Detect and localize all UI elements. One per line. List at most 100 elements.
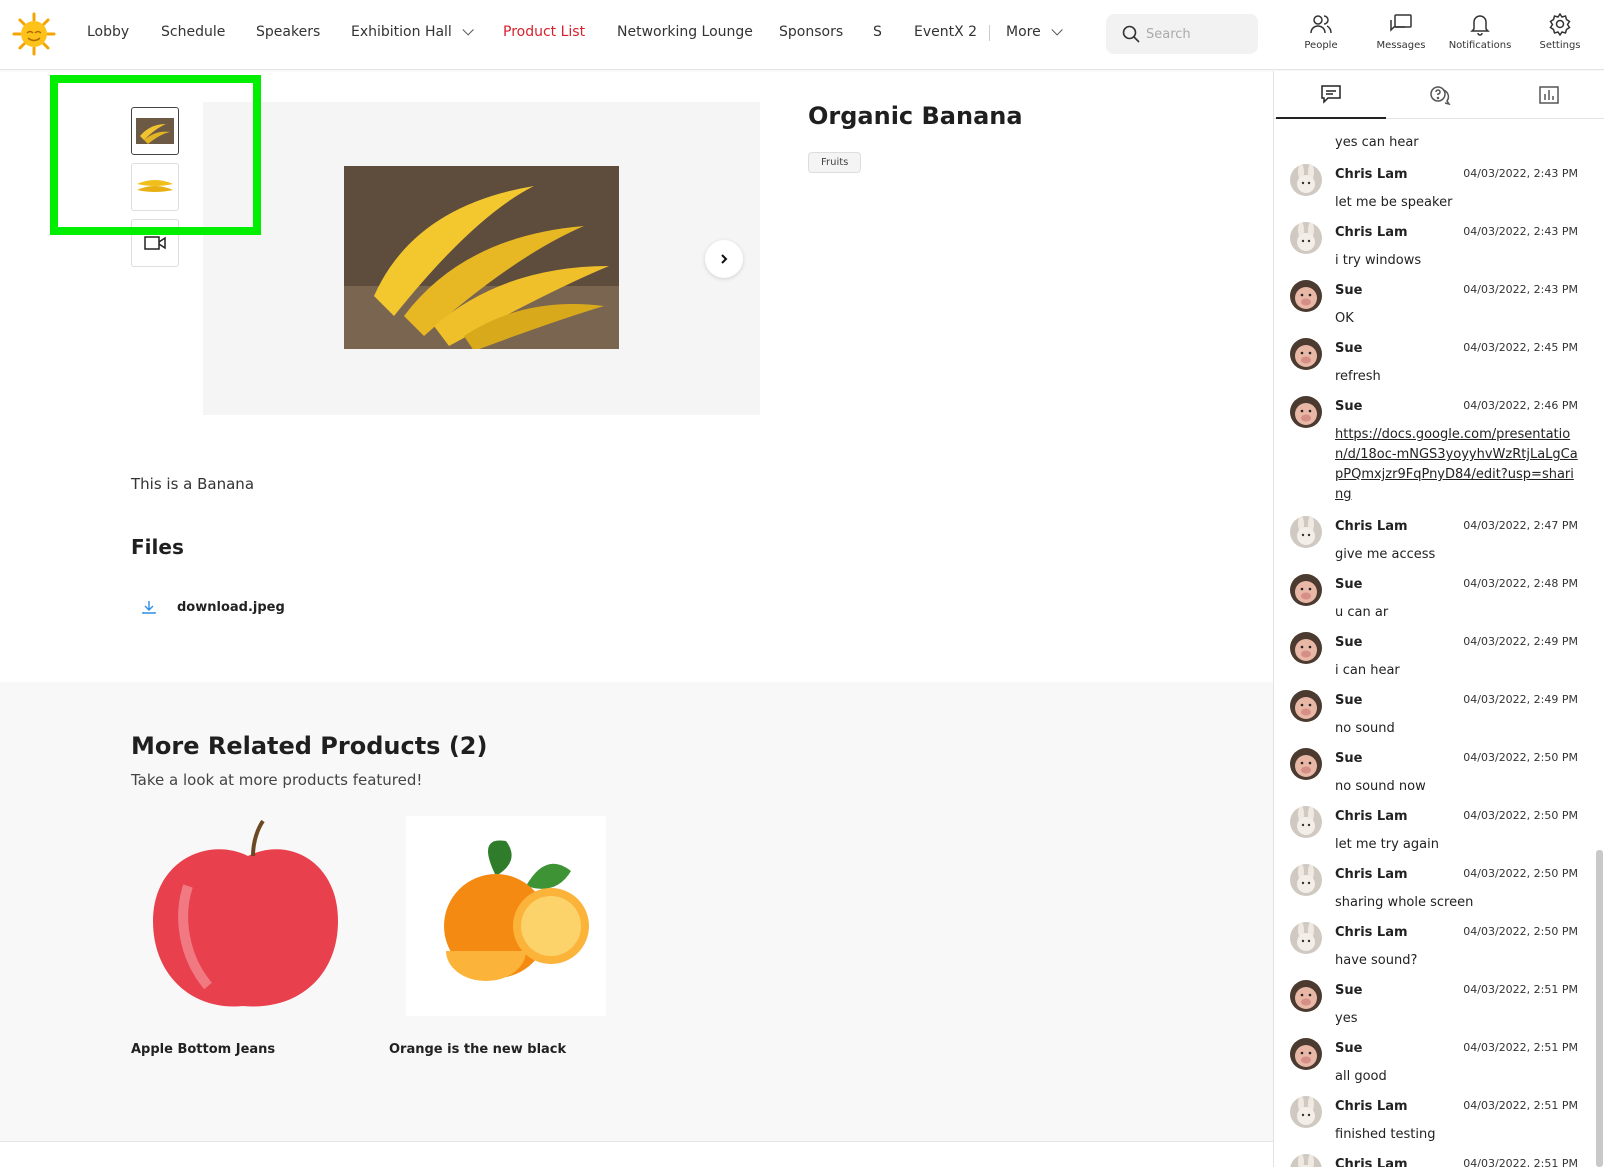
notifications-button[interactable]: Notifications — [1442, 12, 1518, 51]
product-description: This is a Banana — [131, 475, 255, 493]
thumbnail-image-1[interactable] — [131, 107, 179, 155]
product-detail-panel: Organic Banana Fruits This is a Banana F… — [0, 71, 1273, 1167]
pig-avatar[interactable] — [1290, 1038, 1322, 1070]
chat-message-time: 04/03/2022, 2:50 PM — [1463, 925, 1578, 938]
next-image-button[interactable] — [705, 240, 743, 278]
thumbnail-video[interactable] — [131, 219, 179, 267]
nav-s[interactable]: S — [873, 24, 882, 40]
settings-button[interactable]: Settings — [1522, 12, 1598, 51]
related-product-card[interactable]: Orange is the new black — [389, 816, 606, 1057]
messages-label: Messages — [1376, 40, 1426, 51]
chat-message-time: 04/03/2022, 2:51 PM — [1463, 1041, 1578, 1054]
chat-message: Chris Lam 04/03/2022, 2:51 PM finished tes… — [1274, 1096, 1594, 1154]
chat-message-text: yes can hear — [1335, 135, 1419, 150]
related-product-name[interactable]: Apple Bottom Jeans — [131, 1042, 275, 1057]
chat-message-time: 04/03/2022, 2:51 PM — [1463, 1157, 1578, 1167]
chat-message-author: Chris Lam — [1335, 1099, 1408, 1114]
thumbnail-image-2[interactable] — [131, 163, 179, 211]
pig-avatar[interactable] — [1290, 748, 1322, 780]
pig-avatar[interactable] — [1290, 980, 1322, 1012]
nav-product-list[interactable]: Product List — [503, 24, 585, 40]
chat-message-time: 04/03/2022, 2:50 PM — [1463, 751, 1578, 764]
chat-message-time: 04/03/2022, 2:49 PM — [1463, 635, 1578, 648]
nav-more[interactable]: More — [1006, 24, 1063, 40]
chat-message-text: i try windows — [1335, 253, 1422, 268]
tab-chat[interactable] — [1276, 71, 1386, 119]
people-button[interactable]: People — [1283, 12, 1359, 51]
rabbit-avatar[interactable] — [1290, 922, 1322, 954]
rabbit-avatar[interactable] — [1290, 164, 1322, 196]
apple-product-image — [148, 816, 348, 1016]
nav-speakers[interactable]: Speakers — [256, 24, 320, 40]
search-icon — [1122, 25, 1140, 43]
chat-scrollbar[interactable] — [1596, 850, 1603, 1167]
chat-message-author: Sue — [1335, 1041, 1363, 1056]
chat-message-time: 04/03/2022, 2:45 PM — [1463, 341, 1578, 354]
chat-message-author: Chris Lam — [1335, 809, 1408, 824]
chat-message: Chris Lam 04/03/2022, 2:43 PM let me be sp… — [1274, 164, 1594, 222]
pig-avatar[interactable] — [1290, 280, 1322, 312]
download-icon — [142, 601, 156, 614]
chevron-down-icon — [1051, 24, 1063, 36]
chat-message-text: yes — [1335, 1011, 1358, 1026]
nav-schedule[interactable]: Schedule — [161, 24, 225, 40]
chat-message-author: Sue — [1335, 283, 1363, 298]
chat-message-text: have sound? — [1335, 953, 1418, 968]
chat-message: Sue 04/03/2022, 2:50 PM no sound now — [1274, 748, 1594, 806]
related-product-name[interactable]: Orange is the new black — [389, 1042, 566, 1057]
pig-avatar[interactable] — [1290, 632, 1322, 664]
related-products-section: More Related Products (2) Take a look at… — [0, 682, 1273, 1142]
chat-message-author: Sue — [1335, 751, 1363, 766]
chat-message: Sue 04/03/2022, 2:49 PM i can hear — [1274, 632, 1594, 690]
chat-icon — [1321, 85, 1341, 104]
pig-avatar[interactable] — [1290, 574, 1322, 606]
bell-icon — [1470, 15, 1490, 36]
chat-message: Sue 04/03/2022, 2:51 PM yes — [1274, 980, 1594, 1038]
nav-exhibition-hall[interactable]: Exhibition Hall — [351, 24, 474, 40]
nav-eventx-2[interactable]: EventX 2 — [914, 24, 977, 40]
pig-avatar[interactable] — [1290, 396, 1322, 428]
chat-message-author: Chris Lam — [1335, 519, 1408, 534]
rabbit-avatar[interactable] — [1290, 222, 1322, 254]
chat-message-author: Sue — [1335, 983, 1363, 998]
nav-networking-lounge[interactable]: Networking Lounge — [617, 24, 753, 40]
chat-message: Sue 04/03/2022, 2:46 PM https://docs.googl… — [1274, 396, 1594, 502]
chat-message: Sue 04/03/2022, 2:45 PM refresh — [1274, 338, 1594, 396]
related-product-card[interactable]: Apple Bottom Jeans — [131, 816, 348, 1057]
tab-qa[interactable] — [1385, 71, 1495, 119]
chat-message-text: u can ar — [1335, 605, 1389, 620]
rabbit-avatar[interactable] — [1290, 516, 1322, 548]
chat-message-link[interactable]: https://docs.google.com/presentation/d/1… — [1335, 425, 1580, 505]
pig-avatar[interactable] — [1290, 690, 1322, 722]
chat-message-time: 04/03/2022, 2:50 PM — [1463, 867, 1578, 880]
chat-message-time: 04/03/2022, 2:51 PM — [1463, 1099, 1578, 1112]
chevron-right-icon — [721, 254, 728, 264]
rabbit-avatar[interactable] — [1290, 1096, 1322, 1128]
chat-message-text: let me be speaker — [1335, 195, 1453, 210]
gear-icon — [1549, 12, 1571, 36]
chat-message-text: no sound now — [1335, 779, 1426, 794]
chat-tabs — [1274, 71, 1604, 119]
settings-label: Settings — [1539, 40, 1581, 51]
tab-poll[interactable] — [1494, 71, 1604, 119]
pig-avatar[interactable] — [1290, 338, 1322, 370]
notifications-label: Notifications — [1448, 40, 1512, 51]
nav-sponsors[interactable]: Sponsors — [779, 24, 843, 40]
file-name[interactable]: download.jpeg — [177, 600, 285, 615]
chat-message: Chris Lam 04/03/2022, 2:43 PM i try window… — [1274, 222, 1594, 280]
messages-button[interactable]: Messages — [1363, 12, 1439, 51]
product-title: Organic Banana — [808, 102, 1023, 130]
search-box[interactable] — [1106, 14, 1258, 54]
banana-thumbnail-image — [136, 118, 174, 144]
rabbit-avatar[interactable] — [1290, 864, 1322, 896]
chat-message: Sue 04/03/2022, 2:49 PM no sound — [1274, 690, 1594, 748]
search-input[interactable] — [1146, 22, 1246, 46]
chat-message: Chris Lam 04/03/2022, 2:50 PM sharing whol… — [1274, 864, 1594, 922]
rabbit-avatar[interactable] — [1290, 806, 1322, 838]
chat-message-author: Sue — [1335, 399, 1363, 414]
file-download-row[interactable]: download.jpeg — [141, 597, 285, 617]
nav-lobby[interactable]: Lobby — [87, 24, 129, 40]
chat-message: Chris Lam 04/03/2022, 2:47 PM give me acce… — [1274, 516, 1594, 574]
sun-logo-icon[interactable] — [12, 12, 56, 56]
rabbit-avatar[interactable] — [1290, 1154, 1322, 1167]
